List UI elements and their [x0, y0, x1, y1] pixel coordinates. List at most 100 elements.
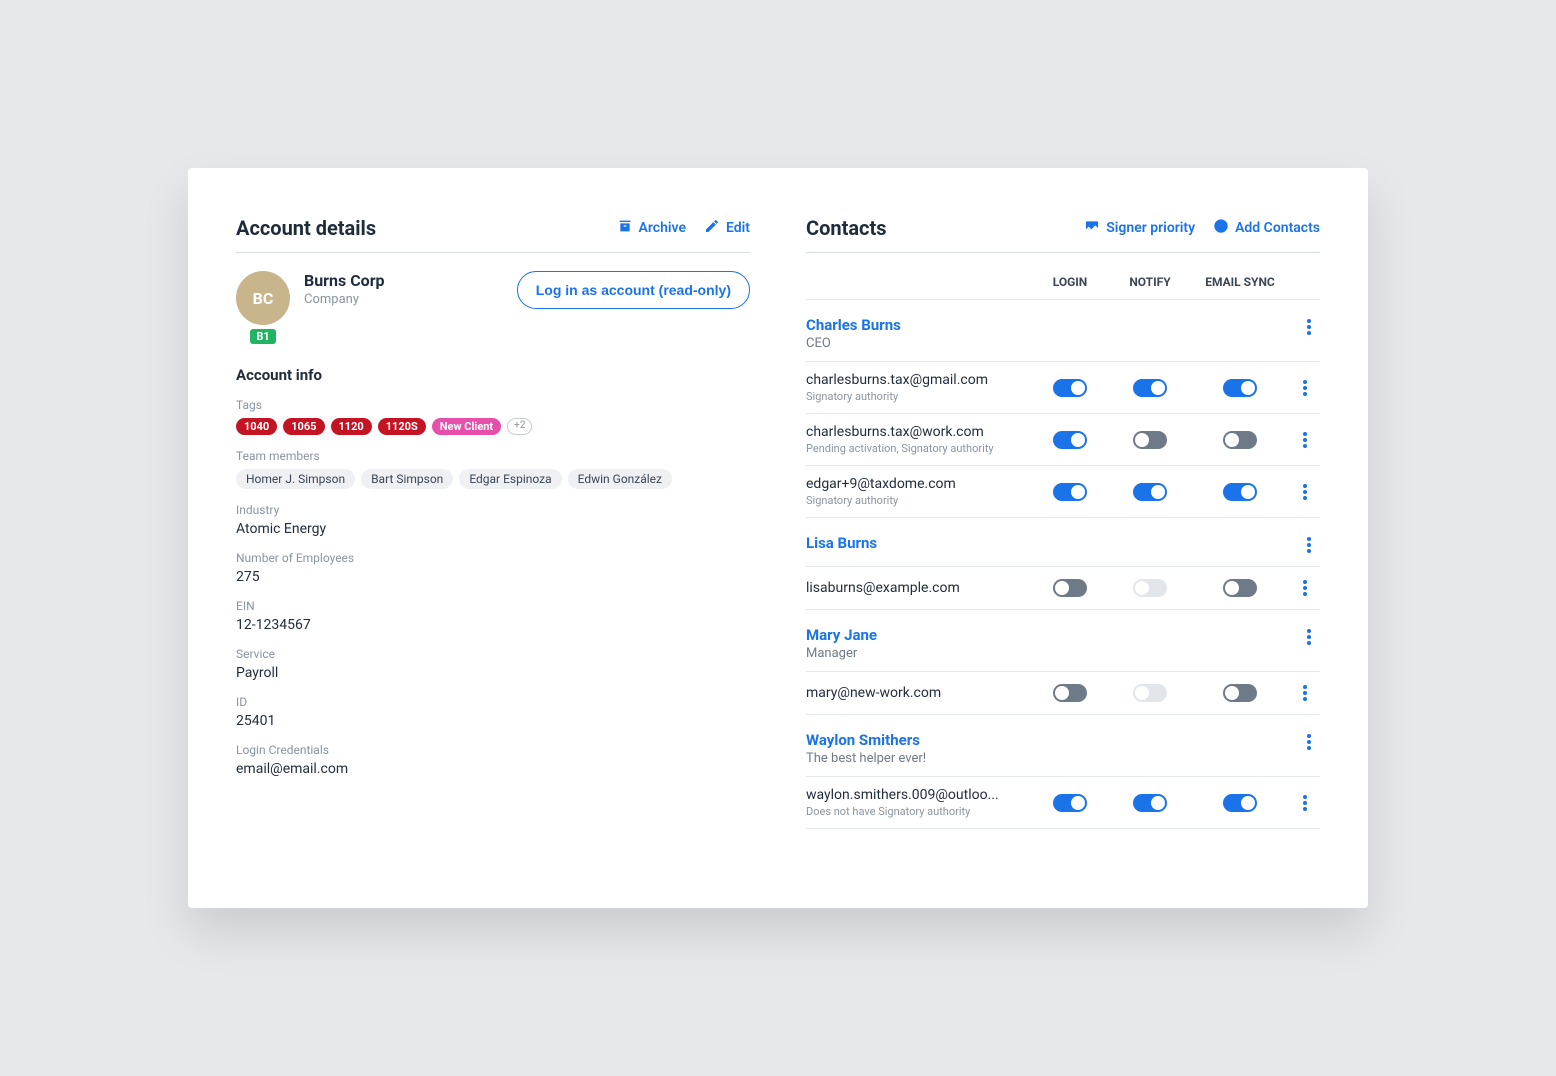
contacts-actions: Signer priority Add Contacts: [1084, 218, 1320, 238]
contact-subtitle: The best helper ever!: [806, 751, 926, 766]
contact-email-row: waylon.smithers.009@outloo... Does not ha…: [806, 777, 1320, 829]
edit-button[interactable]: Edit: [704, 218, 750, 238]
tag[interactable]: 1065: [283, 418, 324, 435]
contact-subtitle: Manager: [806, 646, 877, 661]
team-member-chip[interactable]: Homer J. Simpson: [236, 469, 355, 489]
col-notify: NOTIFY: [1110, 275, 1190, 289]
employees-value: 275: [236, 569, 750, 585]
more-menu-button[interactable]: [1298, 731, 1320, 753]
contact-email: charlesburns.tax@gmail.com: [806, 372, 1030, 388]
notify-toggle[interactable]: [1133, 483, 1167, 501]
team-members-row: Homer J. Simpson Bart Simpson Edgar Espino…: [236, 469, 750, 489]
contact-email: mary@new-work.com: [806, 685, 1030, 701]
email-sync-toggle[interactable]: [1223, 794, 1257, 812]
email-sync-toggle[interactable]: [1223, 684, 1257, 702]
account-identity: BC B1 Burns Corp Company: [236, 271, 385, 344]
contact-name[interactable]: Mary Jane: [806, 626, 877, 644]
notify-toggle[interactable]: [1133, 431, 1167, 449]
contact-name[interactable]: Waylon Smithers: [806, 731, 926, 749]
tag-new-client[interactable]: New Client: [432, 418, 501, 435]
contact-email-sub: Signatory authority: [806, 494, 1030, 507]
contact-header-row: Charles Burns CEO: [806, 300, 1320, 362]
col-login: LOGIN: [1030, 275, 1110, 289]
contact-email-row: edgar+9@taxdome.com Signatory authority: [806, 466, 1320, 518]
more-menu-button[interactable]: [1294, 429, 1316, 451]
more-menu-button[interactable]: [1294, 577, 1316, 599]
contacts-table-header: LOGIN NOTIFY EMAIL SYNC: [806, 271, 1320, 300]
login-toggle[interactable]: [1053, 431, 1087, 449]
tag[interactable]: 1040: [236, 418, 277, 435]
contact-email: charlesburns.tax@work.com: [806, 424, 1030, 440]
account-header-row: BC B1 Burns Corp Company Log in as accou…: [236, 271, 750, 344]
col-email-sync: EMAIL SYNC: [1190, 275, 1290, 289]
account-details-panel: Account details Archive Edit: [236, 216, 750, 876]
app-card: Account details Archive Edit: [188, 168, 1368, 908]
tags-row: 1040 1065 1120 1120S New Client +2: [236, 418, 750, 435]
contact-name[interactable]: Charles Burns: [806, 316, 901, 334]
pencil-icon: [704, 218, 720, 238]
signer-priority-label: Signer priority: [1106, 220, 1195, 236]
avatar-wrap: BC B1: [236, 271, 290, 344]
contacts-header: Contacts Signer priority Add Contacts: [806, 216, 1320, 253]
id-value: 25401: [236, 713, 750, 729]
more-menu-button[interactable]: [1294, 792, 1316, 814]
team-member-chip[interactable]: Edwin González: [568, 469, 672, 489]
team-member-chip[interactable]: Bart Simpson: [361, 469, 453, 489]
tag[interactable]: 1120: [331, 418, 372, 435]
account-type: Company: [304, 292, 385, 307]
service-label: Service: [236, 647, 750, 661]
more-menu-button[interactable]: [1294, 682, 1316, 704]
contact-subtitle: CEO: [806, 336, 901, 351]
contact-header-row: Mary Jane Manager: [806, 610, 1320, 672]
add-contacts-label: Add Contacts: [1235, 220, 1320, 236]
login-toggle[interactable]: [1053, 379, 1087, 397]
archive-label: Archive: [639, 220, 686, 236]
archive-button[interactable]: Archive: [617, 218, 686, 238]
notify-toggle[interactable]: [1133, 684, 1167, 702]
account-details-actions: Archive Edit: [617, 218, 750, 238]
contact-header-row: Waylon Smithers The best helper ever!: [806, 715, 1320, 777]
contact-email-row: charlesburns.tax@work.comPending activat…: [806, 414, 1320, 466]
login-toggle[interactable]: [1053, 579, 1087, 597]
login-as-account-button[interactable]: Log in as account (read-only): [517, 271, 750, 309]
account-details-header: Account details Archive Edit: [236, 216, 750, 253]
id-label: ID: [236, 695, 750, 709]
contact-email-sub: Does not have Signatory authority: [806, 805, 1030, 818]
contact-email-row: mary@new-work.com: [806, 672, 1320, 715]
ein-value: 12-1234567: [236, 617, 750, 633]
avatar: BC: [236, 271, 290, 325]
contact-name[interactable]: Lisa Burns: [806, 534, 877, 552]
login-toggle[interactable]: [1053, 794, 1087, 812]
email-sync-toggle[interactable]: [1223, 431, 1257, 449]
edit-label: Edit: [726, 220, 750, 236]
employees-label: Number of Employees: [236, 551, 750, 565]
contacts-panel: Contacts Signer priority Add Contacts: [806, 216, 1320, 876]
more-menu-button[interactable]: [1298, 626, 1320, 648]
contacts-title: Contacts: [806, 216, 887, 240]
login-toggle[interactable]: [1053, 684, 1087, 702]
contact-email: edgar+9@taxdome.com: [806, 476, 1030, 492]
email-sync-toggle[interactable]: [1223, 579, 1257, 597]
tag-more[interactable]: +2: [507, 418, 532, 435]
more-menu-button[interactable]: [1298, 316, 1320, 338]
contact-email: waylon.smithers.009@outloo...: [806, 787, 1030, 803]
notify-toggle[interactable]: [1133, 794, 1167, 812]
add-contacts-button[interactable]: Add Contacts: [1213, 218, 1320, 238]
contact-header-row: Lisa Burns: [806, 518, 1320, 567]
email-sync-toggle[interactable]: [1223, 483, 1257, 501]
email-sync-toggle[interactable]: [1223, 379, 1257, 397]
login-toggle[interactable]: [1053, 483, 1087, 501]
more-menu-button[interactable]: [1294, 481, 1316, 503]
notify-toggle[interactable]: [1133, 379, 1167, 397]
avatar-badge: B1: [250, 329, 275, 344]
login-credentials-label: Login Credentials: [236, 743, 750, 757]
signer-priority-button[interactable]: Signer priority: [1084, 218, 1195, 238]
more-menu-button[interactable]: [1298, 534, 1320, 556]
account-info-heading: Account info: [236, 366, 750, 384]
tag[interactable]: 1120S: [378, 418, 426, 435]
contact-email-sub: Signatory authority: [806, 390, 1030, 403]
more-menu-button[interactable]: [1294, 377, 1316, 399]
account-details-title: Account details: [236, 216, 376, 240]
team-member-chip[interactable]: Edgar Espinoza: [459, 469, 561, 489]
notify-toggle[interactable]: [1133, 579, 1167, 597]
